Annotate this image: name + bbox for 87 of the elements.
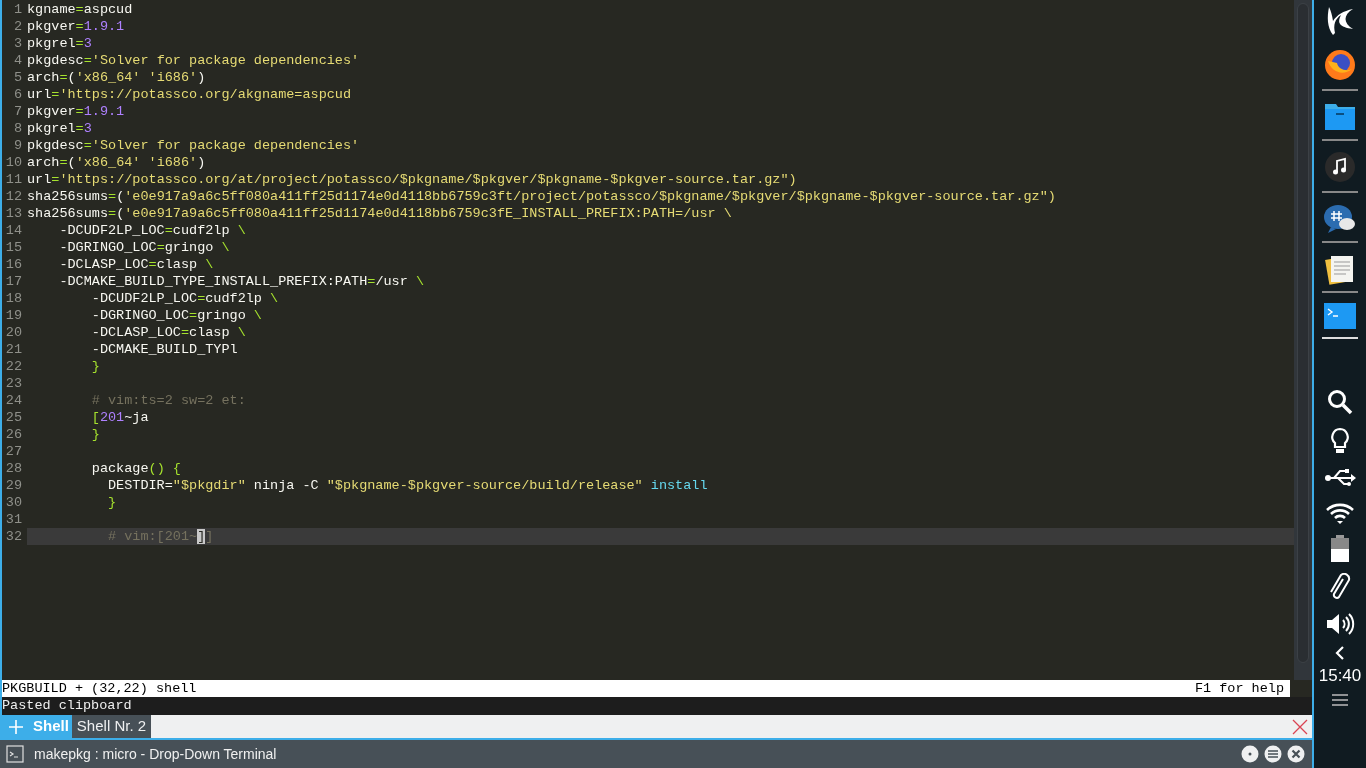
code-line: -DCMAKE_BUILD_TYPE_INSTALL_PREFIX:PATH=/usr \ xyxy=(58,273,425,290)
code-line: -DGRINGO_LOC=gringo \ xyxy=(90,307,263,324)
code-line: -DCMAKE_BUILD_TYPl xyxy=(90,341,239,358)
code-line: arch=('x86_64' 'i686') xyxy=(27,154,207,171)
message-text: Pasted clipboard xyxy=(2,697,132,715)
line-number: 2 xyxy=(12,18,22,35)
line-number: 15 xyxy=(4,239,22,256)
line-number: 11 xyxy=(4,171,22,188)
music-icon[interactable] xyxy=(1324,151,1356,183)
code-line: [201~ja xyxy=(90,409,150,426)
code-line: sha256sums=('e0e917a9a6c5ff080a411ff25d1174e0d4118bb6759c3ft/project/potassco/$pkgname/$pkgver/$pkgname-$pkgver-source.tar.gz") xyxy=(27,188,1057,205)
code-line: -DGRINGO_LOC=gringo \ xyxy=(58,239,231,256)
notes-icon[interactable] xyxy=(1324,253,1356,285)
line-number: 16 xyxy=(4,256,22,273)
plus-icon xyxy=(8,718,24,735)
terminal-icon xyxy=(6,745,24,763)
help-hint: F1 for help xyxy=(1194,680,1285,697)
clock: 15:40 xyxy=(1318,665,1362,687)
line-number: 27 xyxy=(4,443,22,460)
code-line: # vim:ts=2 sw=2 et: xyxy=(90,392,247,409)
line-number: 24 xyxy=(4,392,22,409)
text-cursor: ] xyxy=(197,529,206,544)
line-number: 13 xyxy=(4,205,22,222)
lightbulb-icon[interactable] xyxy=(1328,427,1352,455)
line-number: 29 xyxy=(4,477,22,494)
code-line: package() { xyxy=(90,460,182,477)
scrollbar[interactable] xyxy=(1294,0,1312,680)
line-number: 25 xyxy=(4,409,22,426)
line-number: 26 xyxy=(4,426,22,443)
line-number: 17 xyxy=(4,273,22,290)
code-line: } xyxy=(107,494,118,511)
line-number: 18 xyxy=(4,290,22,307)
code-line: -DCUDF2LP_LOC=cudf2lp \ xyxy=(90,290,280,307)
code-line: } xyxy=(90,358,101,375)
line-number: 30 xyxy=(4,494,22,511)
close-icon[interactable] xyxy=(1287,745,1305,763)
battery-icon[interactable] xyxy=(1330,535,1350,563)
wifi-icon[interactable] xyxy=(1325,501,1355,525)
code-line: pkgver=1.9.1 xyxy=(27,18,126,35)
code-line: sha256sums=('e0e917a9a6c5ff080a411ff25d1174e0d4118bb6759c3fE_INSTALL_PREFIX:PATH=/usr \ xyxy=(27,205,733,222)
line-number: 20 xyxy=(4,324,22,341)
line-number: 23 xyxy=(4,375,22,392)
code-line: url='https://potassco.org/at/project/potassco/$pkgname/$pkgver/$pkgname-$pkgver-source.tar.gz") xyxy=(27,171,798,188)
line-number: 31 xyxy=(4,511,22,528)
line-number: 9 xyxy=(12,137,22,154)
code-line: kgname=aspcud xyxy=(27,1,134,18)
line-number: 28 xyxy=(4,460,22,477)
line-number: 8 xyxy=(12,120,22,137)
search-icon[interactable] xyxy=(1327,389,1353,415)
line-number: 19 xyxy=(4,307,22,324)
window-title: makepkg : micro - Drop-Down Terminal xyxy=(34,744,277,764)
code-line: -DCLASP_LOC=clasp \ xyxy=(90,324,247,341)
menu-icon[interactable] xyxy=(1332,693,1348,707)
line-number: 1 xyxy=(12,1,22,18)
tab[interactable]: Shell Nr. 2 xyxy=(71,715,152,738)
line-number: 14 xyxy=(4,222,22,239)
globe-icon[interactable] xyxy=(1324,49,1356,81)
status-text: PKGBUILD + (32,22) shell xyxy=(2,680,197,697)
menu-icon[interactable] xyxy=(1264,745,1282,763)
line-number: 5 xyxy=(12,69,22,86)
line-number: 4 xyxy=(12,52,22,69)
pin-icon[interactable] xyxy=(1241,745,1259,763)
code-line: pkgrel=3 xyxy=(27,35,93,52)
folder-icon[interactable] xyxy=(1324,101,1356,131)
code-line: pkgrel=3 xyxy=(27,120,93,137)
usb-icon[interactable] xyxy=(1324,467,1356,489)
line-number: 12 xyxy=(4,188,22,205)
line-number: 3 xyxy=(12,35,22,52)
chevron-left-icon[interactable] xyxy=(1334,645,1346,661)
code-line: pkgdesc='Solver for package dependencies' xyxy=(27,137,361,154)
code-line: pkgdesc='Solver for package dependencies' xyxy=(27,52,361,69)
code-line: -DCUDF2LP_LOC=cudf2lp \ xyxy=(58,222,247,239)
code-line: arch=('x86_64' 'i686') xyxy=(27,69,207,86)
line-number: 32 xyxy=(4,528,22,545)
line-number: 21 xyxy=(4,341,22,358)
chat-icon[interactable] xyxy=(1323,203,1357,235)
line-number: 22 xyxy=(4,358,22,375)
line-number: 7 xyxy=(12,103,22,120)
line-number: 6 xyxy=(12,86,22,103)
line-number: 10 xyxy=(4,154,22,171)
code-line: url='https://potassco.org/akgname=aspcud xyxy=(27,86,353,103)
code-line: } xyxy=(90,426,101,443)
code-line: pkgver=1.9.1 xyxy=(27,103,126,120)
close-icon[interactable] xyxy=(1292,718,1308,735)
code-line: DESTDIR="$pkgdir" ninja -C "$pkgname-$pkgver-source/build/release" install xyxy=(107,477,709,494)
code-line: -DCLASP_LOC=clasp \ xyxy=(58,256,215,273)
volume-icon[interactable] xyxy=(1325,611,1355,637)
